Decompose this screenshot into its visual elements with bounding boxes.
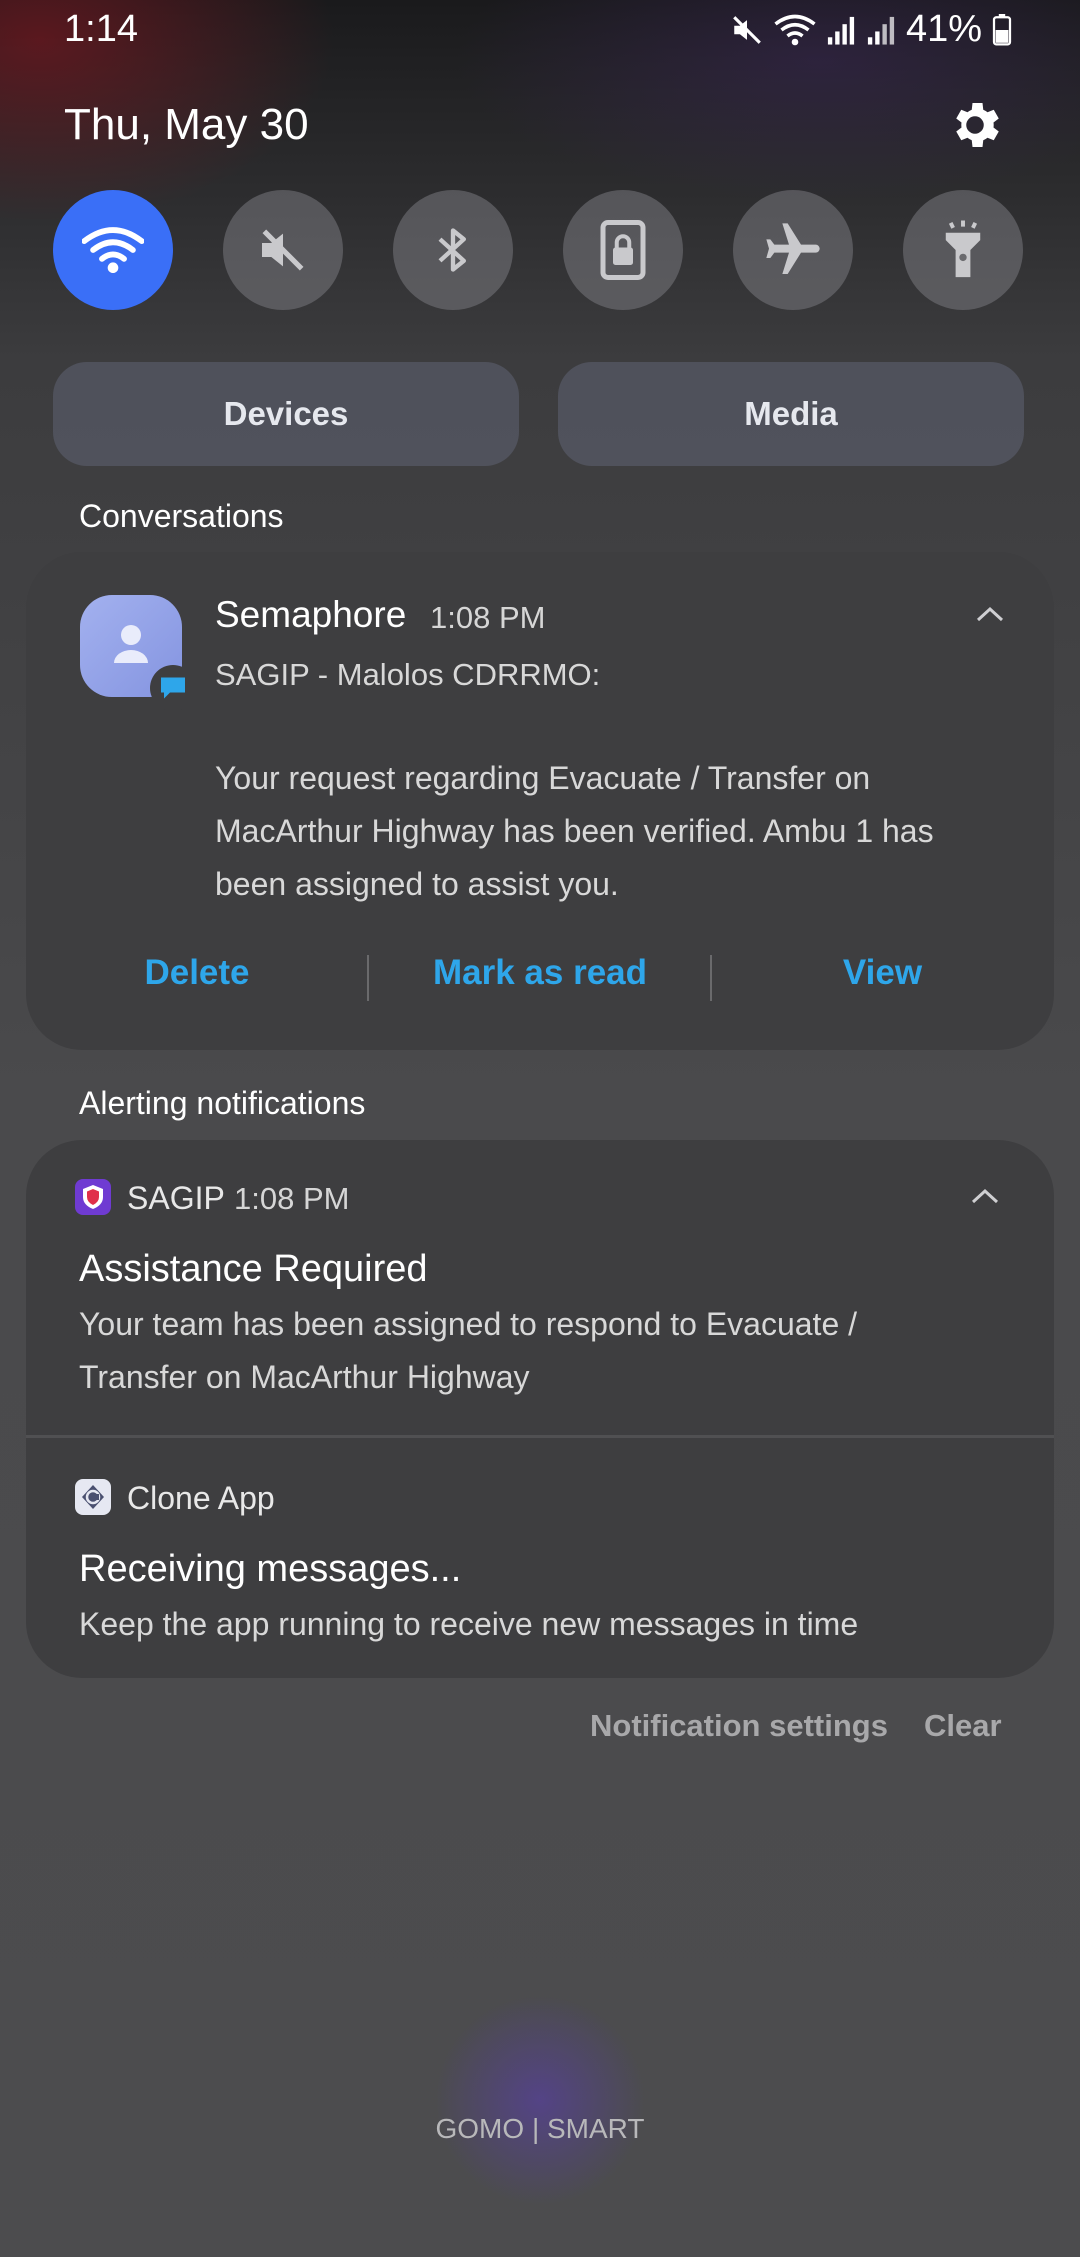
message-sender: SAGIP - Malolos CDRRMO: bbox=[215, 657, 601, 692]
chat-bubble-icon bbox=[161, 677, 185, 699]
bluetooth-toggle[interactable] bbox=[393, 190, 513, 310]
signal-icon-2 bbox=[866, 14, 896, 46]
collapse-button[interactable] bbox=[967, 1184, 1003, 1213]
devices-button[interactable]: Devices bbox=[53, 362, 519, 466]
chevron-up-icon bbox=[971, 1188, 999, 1204]
clone-app-icon bbox=[75, 1479, 111, 1515]
clear-button[interactable]: Clear bbox=[924, 1708, 1002, 1744]
action-divider bbox=[367, 955, 369, 1001]
airplane-icon bbox=[766, 223, 820, 274]
flashlight-icon bbox=[945, 220, 981, 278]
clone-app-notification-title: Receiving messages... bbox=[79, 1548, 462, 1590]
carrier-label: GOMO | SMART bbox=[435, 2113, 645, 2144]
notification-settings-button[interactable]: Notification settings bbox=[590, 1708, 888, 1744]
clone-icon bbox=[82, 1485, 104, 1509]
message-body: Your request regarding Evacuate / Transf… bbox=[215, 760, 934, 902]
settings-button[interactable] bbox=[945, 95, 1005, 155]
alerting-section-label: Alerting notifications bbox=[79, 1085, 366, 1121]
sagip-notification-body: Your team has been assigned to respond t… bbox=[79, 1306, 858, 1395]
status-icons: 41% bbox=[730, 8, 1012, 51]
battery-percent: 41% bbox=[905, 8, 982, 50]
date: Thu, May 30 bbox=[64, 100, 309, 149]
wifi-toggle[interactable] bbox=[53, 190, 173, 310]
shield-icon bbox=[83, 1185, 103, 1209]
delete-button[interactable]: Delete bbox=[117, 953, 277, 993]
battery-icon bbox=[992, 13, 1012, 46]
media-button[interactable]: Media bbox=[558, 362, 1024, 466]
clone-app-notification-body: Keep the app running to receive new mess… bbox=[79, 1606, 859, 1642]
gear-icon bbox=[956, 103, 999, 147]
sagip-app-name: SAGIP bbox=[127, 1180, 225, 1216]
action-divider bbox=[710, 955, 712, 1001]
sagip-notification-time: 1:08 PM bbox=[234, 1181, 350, 1216]
mute-icon bbox=[730, 13, 764, 47]
collapse-button[interactable] bbox=[972, 602, 1008, 631]
signal-icon bbox=[826, 14, 856, 46]
notification-time: 1:08 PM bbox=[430, 600, 546, 635]
lock-icon bbox=[600, 220, 646, 280]
sagip-app-icon bbox=[75, 1179, 111, 1215]
mute-icon bbox=[262, 229, 304, 271]
chevron-up-icon bbox=[976, 606, 1004, 622]
sagip-notification-title: Assistance Required bbox=[79, 1248, 428, 1290]
bluetooth-icon bbox=[438, 228, 466, 272]
wifi-icon bbox=[82, 227, 144, 274]
message-badge bbox=[150, 665, 196, 711]
conversations-section-label: Conversations bbox=[79, 498, 284, 534]
sound-toggle[interactable] bbox=[223, 190, 343, 310]
view-button[interactable]: View bbox=[800, 953, 965, 993]
notification-app-name: Semaphore bbox=[215, 594, 407, 635]
portrait-lock-toggle[interactable] bbox=[563, 190, 683, 310]
mark-as-read-button[interactable]: Mark as read bbox=[400, 953, 680, 993]
wifi-icon bbox=[774, 13, 816, 47]
status-time: 1:14 bbox=[64, 8, 138, 50]
airplane-mode-toggle[interactable] bbox=[733, 190, 853, 310]
flashlight-toggle[interactable] bbox=[903, 190, 1023, 310]
clone-app-name: Clone App bbox=[127, 1480, 275, 1516]
